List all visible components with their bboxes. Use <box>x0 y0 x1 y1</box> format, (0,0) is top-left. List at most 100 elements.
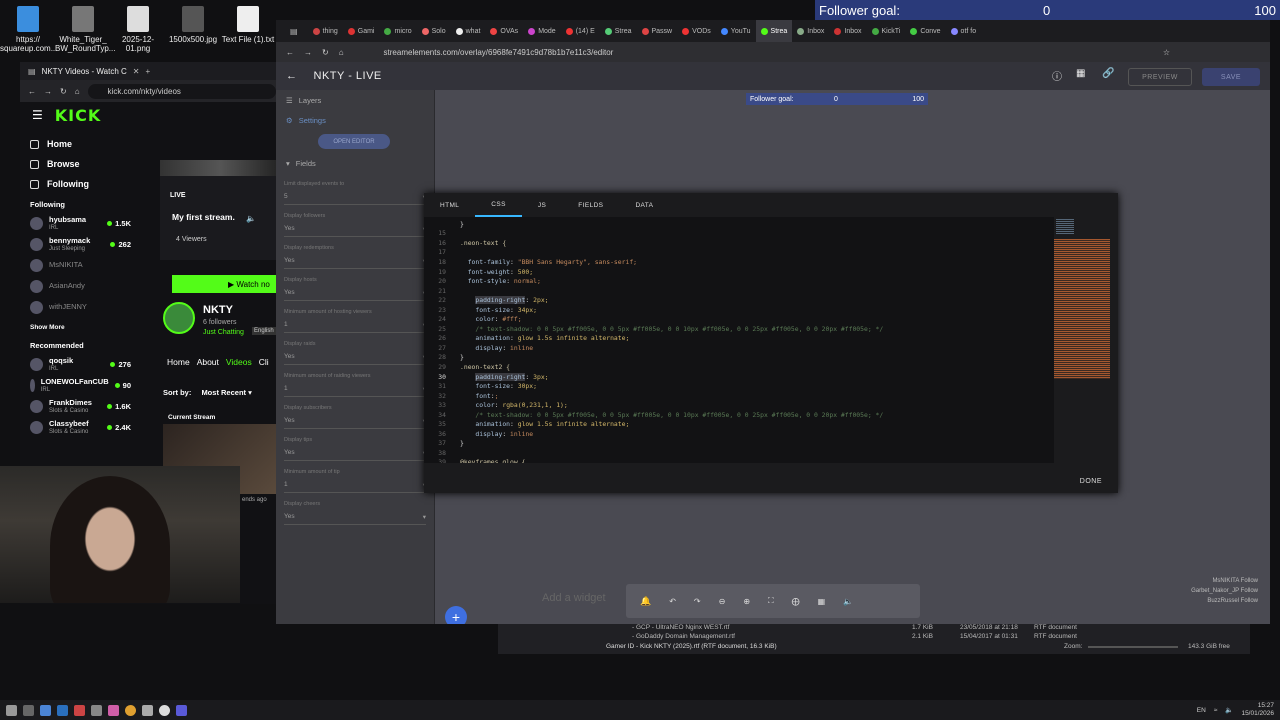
kick-nav-home[interactable]: Home <box>20 134 276 154</box>
code-line[interactable]: } <box>424 219 1054 229</box>
sort-dropdown[interactable]: Most Recent ▾ <box>201 388 251 397</box>
browser-tab[interactable]: Strea <box>755 20 793 42</box>
reload-icon[interactable]: ↻ <box>322 48 329 57</box>
code-line[interactable]: 38 <box>424 448 1054 458</box>
channel-preview[interactable]: LIVE My first stream. 🔈 4 Viewers <box>160 160 276 260</box>
address-url[interactable]: streamelements.com/overlay/6968fe7491c9d… <box>384 48 614 57</box>
field-value[interactable]: Yes▾ <box>284 509 426 525</box>
browser-tab[interactable]: OVAs <box>485 20 523 42</box>
fit-icon[interactable]: ⨁ <box>792 597 800 606</box>
code-line[interactable]: 33 color: rgba(0,231,1, 1); <box>424 400 1054 410</box>
kick-url-field[interactable]: kick.com/nkty/videos <box>87 83 276 99</box>
field-value[interactable]: 5▾ <box>284 189 426 205</box>
code-line[interactable]: 27 display: inline <box>424 343 1054 353</box>
browser-tab[interactable]: Inbox <box>829 20 866 42</box>
field-value[interactable]: Yes▾ <box>284 253 426 269</box>
desktop-icon[interactable]: 2025-12-01.png <box>110 4 166 53</box>
code-line[interactable]: 15 <box>424 229 1054 239</box>
code-line[interactable]: 36 display: inline <box>424 429 1054 439</box>
css-code-area[interactable]: } 15 16 .neon-text {17 18 font-family: "BBH … <box>424 217 1054 463</box>
desktop-icon[interactable]: Text File (1).txt <box>220 4 276 44</box>
field-value[interactable]: 1▾ <box>284 381 426 397</box>
browser-tab[interactable]: VODs <box>677 20 716 42</box>
browser-tab[interactable]: thing <box>308 20 343 42</box>
obs-icon[interactable] <box>159 704 170 716</box>
code-line[interactable]: 30 padding-right: 3px; <box>424 372 1054 382</box>
volume-tray-icon[interactable]: 🔈 <box>1225 706 1233 714</box>
browser-tab[interactable]: Passw <box>637 20 678 42</box>
code-line[interactable]: 24 color: #fff; <box>424 314 1054 324</box>
browser-tab[interactable]: Inbox <box>792 20 829 42</box>
code-line[interactable]: 31 font-size: 30px; <box>424 381 1054 391</box>
undo-icon[interactable]: ↶ <box>669 597 676 606</box>
wifi-icon[interactable]: ≈ <box>1214 707 1218 714</box>
browser-tab[interactable]: YouTu <box>716 20 756 42</box>
volume-icon[interactable]: 🔈 <box>843 597 853 606</box>
explorer-icon[interactable] <box>40 704 51 716</box>
code-line[interactable]: 16 .neon-text { <box>424 238 1054 248</box>
code-line[interactable]: 32 font:; <box>424 391 1054 401</box>
layers-toggle-icon[interactable]: ▦ <box>1076 68 1086 79</box>
grid-icon[interactable]: ▦ <box>818 597 826 606</box>
back-icon[interactable]: ← <box>286 48 294 57</box>
forward-icon[interactable]: → <box>304 48 312 57</box>
start-menu-icon[interactable] <box>6 704 17 716</box>
field-value[interactable]: 1▾ <box>284 317 426 333</box>
channel-list-item[interactable]: withJENNY <box>20 297 276 318</box>
browser-tab[interactable]: Mode <box>523 20 561 42</box>
browser-tab[interactable]: KickTi <box>867 20 906 42</box>
channel-category[interactable]: Just Chatting <box>203 329 244 336</box>
zoom-out-icon[interactable]: ⊖ <box>719 597 726 606</box>
code-line[interactable]: 19 font-weight: 500; <box>424 267 1054 277</box>
forward-icon[interactable]: → <box>44 87 52 96</box>
browser-tab[interactable]: micro <box>379 20 416 42</box>
clock-date[interactable]: 15/01/2026 <box>1241 710 1274 718</box>
code-line[interactable]: 26 animation: glow 1.5s infinite alterna… <box>424 334 1054 344</box>
channel-tab-videos[interactable]: Videos <box>226 357 252 367</box>
channel-avatar[interactable] <box>163 302 195 334</box>
code-line[interactable]: 29 .neon-text2 { <box>424 362 1054 372</box>
reload-icon[interactable]: ↻ <box>60 87 67 96</box>
code-line[interactable]: 23 font-size: 34px; <box>424 305 1054 315</box>
field-value[interactable]: Yes▾ <box>284 349 426 365</box>
add-widget-button[interactable]: + <box>445 606 467 624</box>
code-line[interactable]: 39 @keyframes glow { <box>424 458 1054 463</box>
mute-icon[interactable]: 🔈 <box>246 214 256 223</box>
preview-button[interactable]: PREVIEW <box>1128 68 1192 86</box>
taskbar-app-icon[interactable] <box>74 704 85 716</box>
desktop-icon[interactable]: White_Tiger_ BW_RoundTyp... <box>55 4 115 53</box>
desktop-icon[interactable]: https:// squareup.com... <box>0 4 57 53</box>
zoom-in-icon[interactable]: ⊕ <box>743 597 750 606</box>
code-tab-css[interactable]: CSS <box>475 193 522 217</box>
channel-list-item[interactable]: FrankDimes Slots & Casino 1.6K <box>20 396 276 417</box>
sidebar-item-layers[interactable]: ☰ Layers <box>276 90 434 110</box>
home-icon[interactable]: ⌂ <box>75 87 80 96</box>
bell-icon[interactable]: 🔔 <box>640 596 651 607</box>
browser-tab[interactable]: Gami <box>343 20 380 42</box>
home-icon[interactable]: ⌂ <box>339 48 344 57</box>
code-tab-data[interactable]: DATA <box>619 193 669 217</box>
code-line[interactable]: 18 font-family: "BBH Sans Hegarty", sans… <box>424 257 1054 267</box>
back-arrow-icon[interactable]: ← <box>286 70 298 82</box>
save-button[interactable]: SAVE <box>1202 68 1260 86</box>
code-tab-fields[interactable]: FIELDS <box>562 193 619 217</box>
taskbar-app-icon[interactable] <box>91 704 102 716</box>
field-value[interactable]: Yes▾ <box>284 445 426 461</box>
tab-list-icon[interactable]: ▤ <box>28 67 36 76</box>
done-button[interactable]: DONE <box>1080 478 1102 485</box>
field-value[interactable]: Yes▾ <box>284 285 426 301</box>
code-line[interactable]: 17 <box>424 248 1054 258</box>
browser-tab[interactable]: Strea <box>600 20 637 42</box>
bookmark-star-icon[interactable]: ☆ <box>1163 48 1170 57</box>
browser-tab[interactable]: (14) E <box>561 20 600 42</box>
browser-tab[interactable]: what <box>451 20 486 42</box>
sidebar-item-settings[interactable]: ⚙ Settings <box>276 110 434 130</box>
tab-close-icon[interactable]: ✕ <box>133 67 140 76</box>
open-editor-button[interactable]: OPEN EDITOR <box>318 134 390 149</box>
sidebar-item-fields[interactable]: ▾ Fields <box>276 153 434 173</box>
code-line[interactable]: 22 padding-right: 2px; <box>424 295 1054 305</box>
code-line[interactable]: 37} <box>424 439 1054 449</box>
tray-language[interactable]: EN <box>1197 707 1206 714</box>
back-icon[interactable]: ← <box>28 87 36 96</box>
code-line[interactable]: 21 <box>424 286 1054 296</box>
